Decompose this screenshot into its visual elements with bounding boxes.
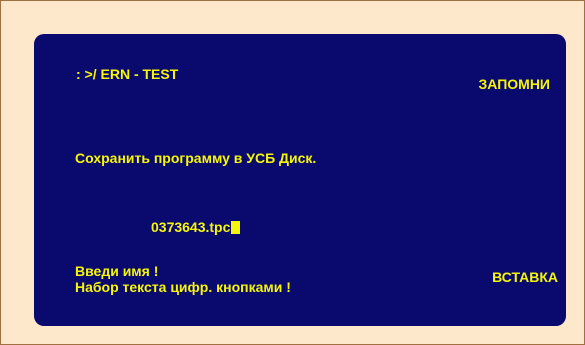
prompt-use-numeric-keys: Набор текста цифр. кнопками ! [75, 279, 291, 295]
program-path: : >/ ERN - TEST [76, 66, 179, 82]
filename-value: 0373643.tpc [151, 219, 231, 235]
save-softkey[interactable]: ЗАПОМНИ [479, 76, 550, 93]
insert-softkey[interactable]: ВСТАВКА [492, 269, 558, 286]
prompt-enter-name: Введи имя ! [75, 263, 159, 279]
screen-frame: : >/ ERN - TEST ЗАПОМНИ Сохранить програ… [0, 0, 585, 345]
display-panel: : >/ ERN - TEST ЗАПОМНИ Сохранить програ… [34, 34, 566, 326]
text-cursor [231, 221, 241, 234]
filename-input[interactable]: 0373643.tpc [151, 219, 241, 236]
save-message: Сохранить программу в УСБ Диск. [75, 150, 317, 166]
